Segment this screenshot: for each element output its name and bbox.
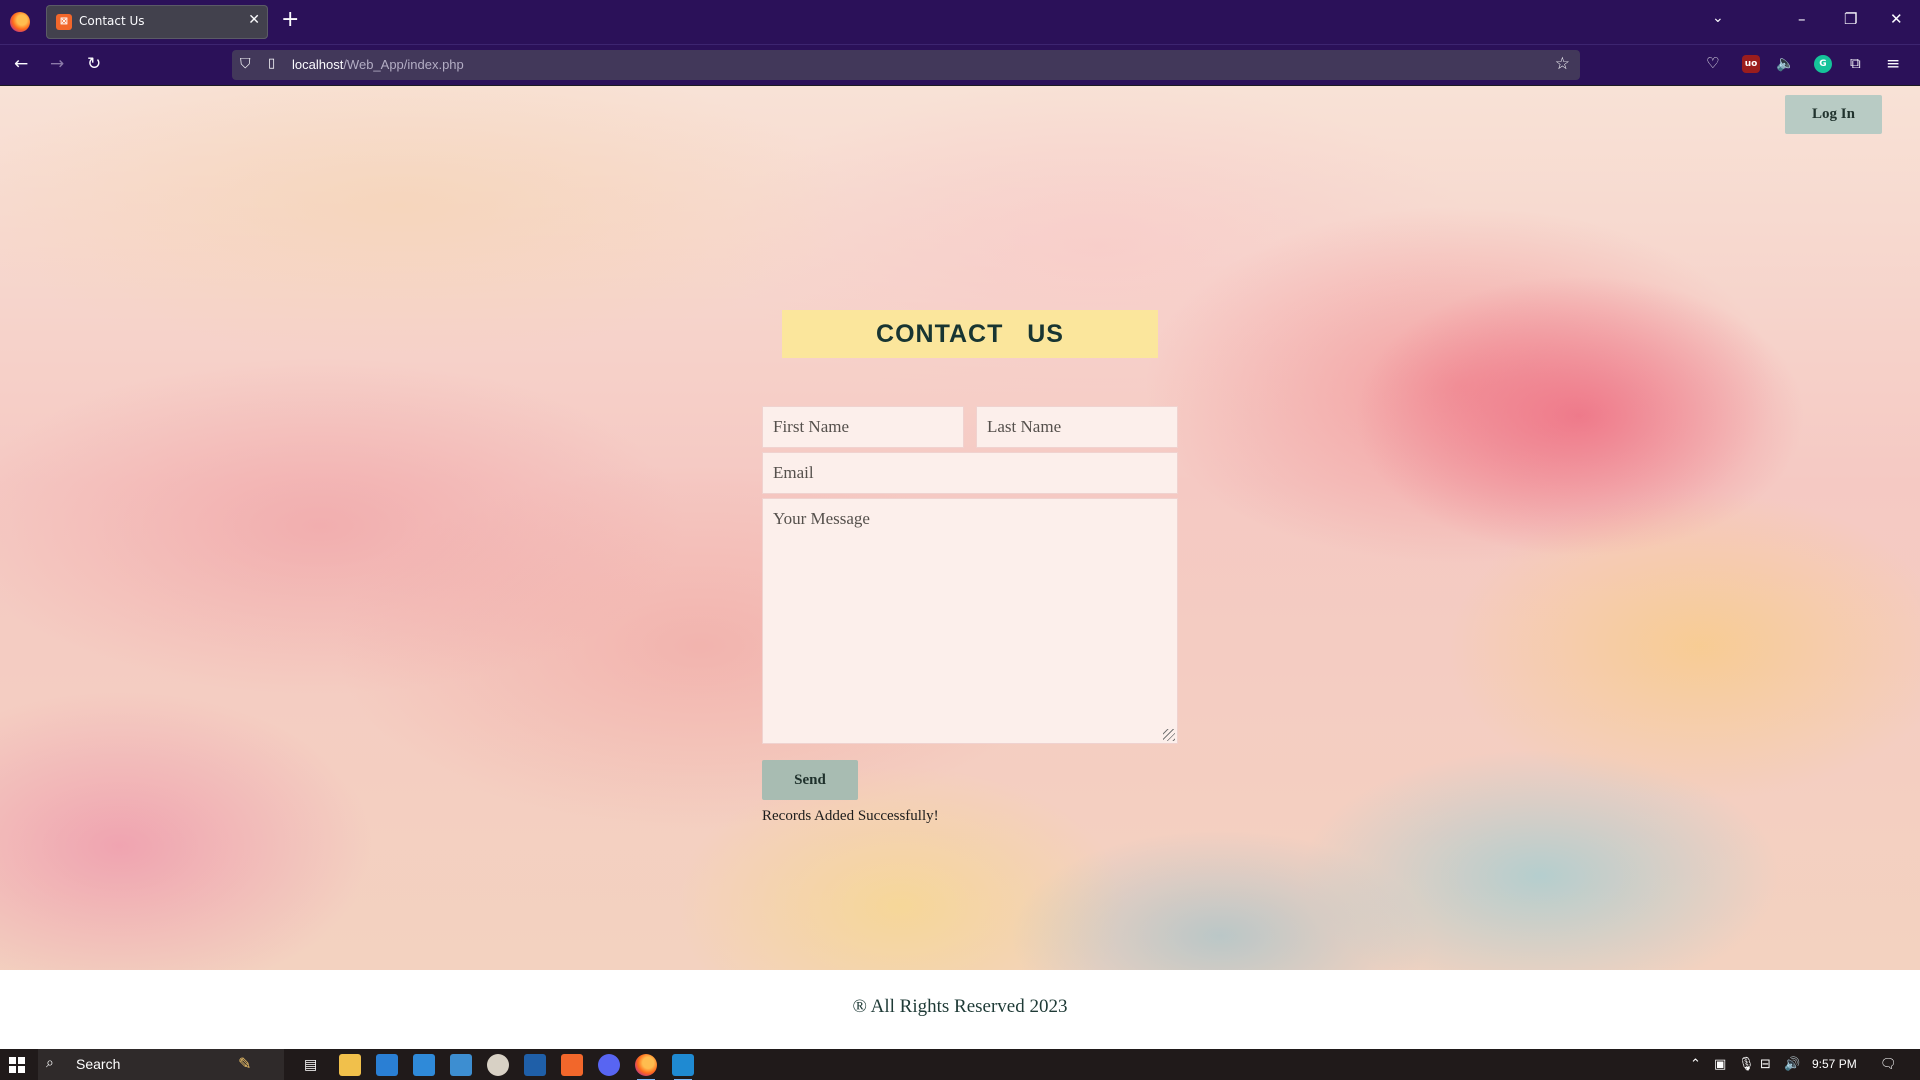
page-viewport: Log In CONTACT US Send Records Added Suc…	[0, 86, 1920, 1049]
page-icon: ▯	[268, 56, 276, 71]
menu-icon[interactable]: ≡	[1886, 54, 1900, 74]
microsoft-store-icon[interactable]	[376, 1054, 398, 1076]
grammarly-icon[interactable]: G	[1814, 55, 1832, 73]
taskbar-search[interactable]: ⌕ Search ✎	[38, 1049, 284, 1080]
forward-arrow-icon[interactable]: →	[50, 54, 64, 74]
status-message: Records Added Successfully!	[762, 808, 939, 824]
firefox-taskbar-icon[interactable]	[635, 1054, 657, 1080]
clock[interactable]: 9:57 PM	[1812, 1057, 1857, 1071]
photos-icon[interactable]	[524, 1054, 546, 1076]
xampp-icon[interactable]	[561, 1054, 583, 1076]
extensions-icon[interactable]: ⧉	[1850, 54, 1861, 72]
xampp-favicon-icon: ⊠	[56, 14, 72, 30]
remote-desktop-icon[interactable]	[450, 1054, 472, 1076]
restore-icon[interactable]: ❐	[1844, 10, 1857, 28]
search-highlight-icon: ✎	[238, 1054, 252, 1073]
url-bar[interactable]: ⛉ ▯ localhost/Web_App/index.php ☆	[232, 50, 1580, 80]
close-tab-icon[interactable]: ✕	[248, 12, 260, 28]
email-field[interactable]	[762, 452, 1178, 494]
file-explorer-icon[interactable]	[339, 1054, 361, 1076]
url-host: localhost	[292, 57, 344, 72]
url-text[interactable]: localhost/Web_App/index.php	[292, 57, 464, 72]
search-icon: ⌕	[46, 1055, 54, 1071]
mail-icon[interactable]	[413, 1054, 435, 1076]
resize-handle[interactable]	[1163, 729, 1175, 741]
volume-icon[interactable]: 🔊	[1784, 1057, 1800, 1072]
close-window-icon[interactable]: ✕	[1890, 10, 1903, 28]
ublock-icon[interactable]: uo	[1742, 55, 1760, 73]
last-name-field[interactable]	[976, 406, 1178, 448]
paint-icon[interactable]	[487, 1054, 509, 1076]
new-tab-icon[interactable]: +	[281, 8, 299, 32]
tab-title: Contact Us	[79, 14, 145, 28]
reload-icon[interactable]: ↻	[87, 54, 101, 74]
vscode-icon[interactable]	[672, 1054, 694, 1080]
page-title: CONTACT US	[782, 310, 1158, 358]
chevron-up-icon[interactable]: ⌃	[1690, 1057, 1701, 1072]
network-icon[interactable]: ⊟	[1760, 1057, 1771, 1072]
notification-icon[interactable]: 🗨	[1880, 1057, 1897, 1072]
taskbar: ⌕ Search ✎ ▤ ⌃ ▣ 🎙 ⊟ 🔊 9:57 PM 🗨	[0, 1049, 1920, 1080]
meet-now-icon[interactable]: ▣	[1714, 1057, 1726, 1072]
message-field[interactable]	[762, 498, 1178, 744]
url-path: /Web_App/index.php	[343, 57, 464, 72]
minimize-icon[interactable]: –	[1798, 10, 1806, 28]
footer: ® All Rights Reserved 2023	[0, 970, 1920, 1049]
first-name-field[interactable]	[762, 406, 964, 448]
back-arrow-icon[interactable]: ←	[14, 54, 28, 74]
browser-tab[interactable]: ⊠ Contact Us ✕	[46, 5, 268, 39]
discord-icon[interactable]	[598, 1054, 620, 1076]
bookmark-star-icon[interactable]: ☆	[1555, 54, 1570, 74]
browser-tab-bar: ⊠ Contact Us ✕ + ⌄ – ❐ ✕	[0, 0, 1920, 44]
firefox-icon[interactable]	[10, 12, 30, 32]
watercolor-hero: Log In CONTACT US Send Records Added Suc…	[0, 86, 1920, 970]
login-button[interactable]: Log In	[1785, 95, 1882, 134]
footer-copyright: ® All Rights Reserved 2023	[852, 996, 1068, 1017]
task-view-icon[interactable]: ▤	[304, 1057, 317, 1073]
microphone-icon[interactable]: 🎙	[1738, 1057, 1755, 1072]
taskbar-search-label: Search	[76, 1056, 121, 1072]
chevron-down-icon[interactable]: ⌄	[1712, 10, 1724, 26]
browser-nav-bar: ← → ↻ ⛉ ▯ localhost/Web_App/index.php ☆ …	[0, 44, 1920, 85]
send-button[interactable]: Send	[762, 760, 858, 800]
windows-start-icon[interactable]	[9, 1057, 25, 1073]
speaker-icon[interactable]: 🔈	[1776, 54, 1795, 72]
shield-icon[interactable]: ⛉	[240, 56, 251, 72]
pocket-icon[interactable]: ♡	[1706, 54, 1719, 72]
